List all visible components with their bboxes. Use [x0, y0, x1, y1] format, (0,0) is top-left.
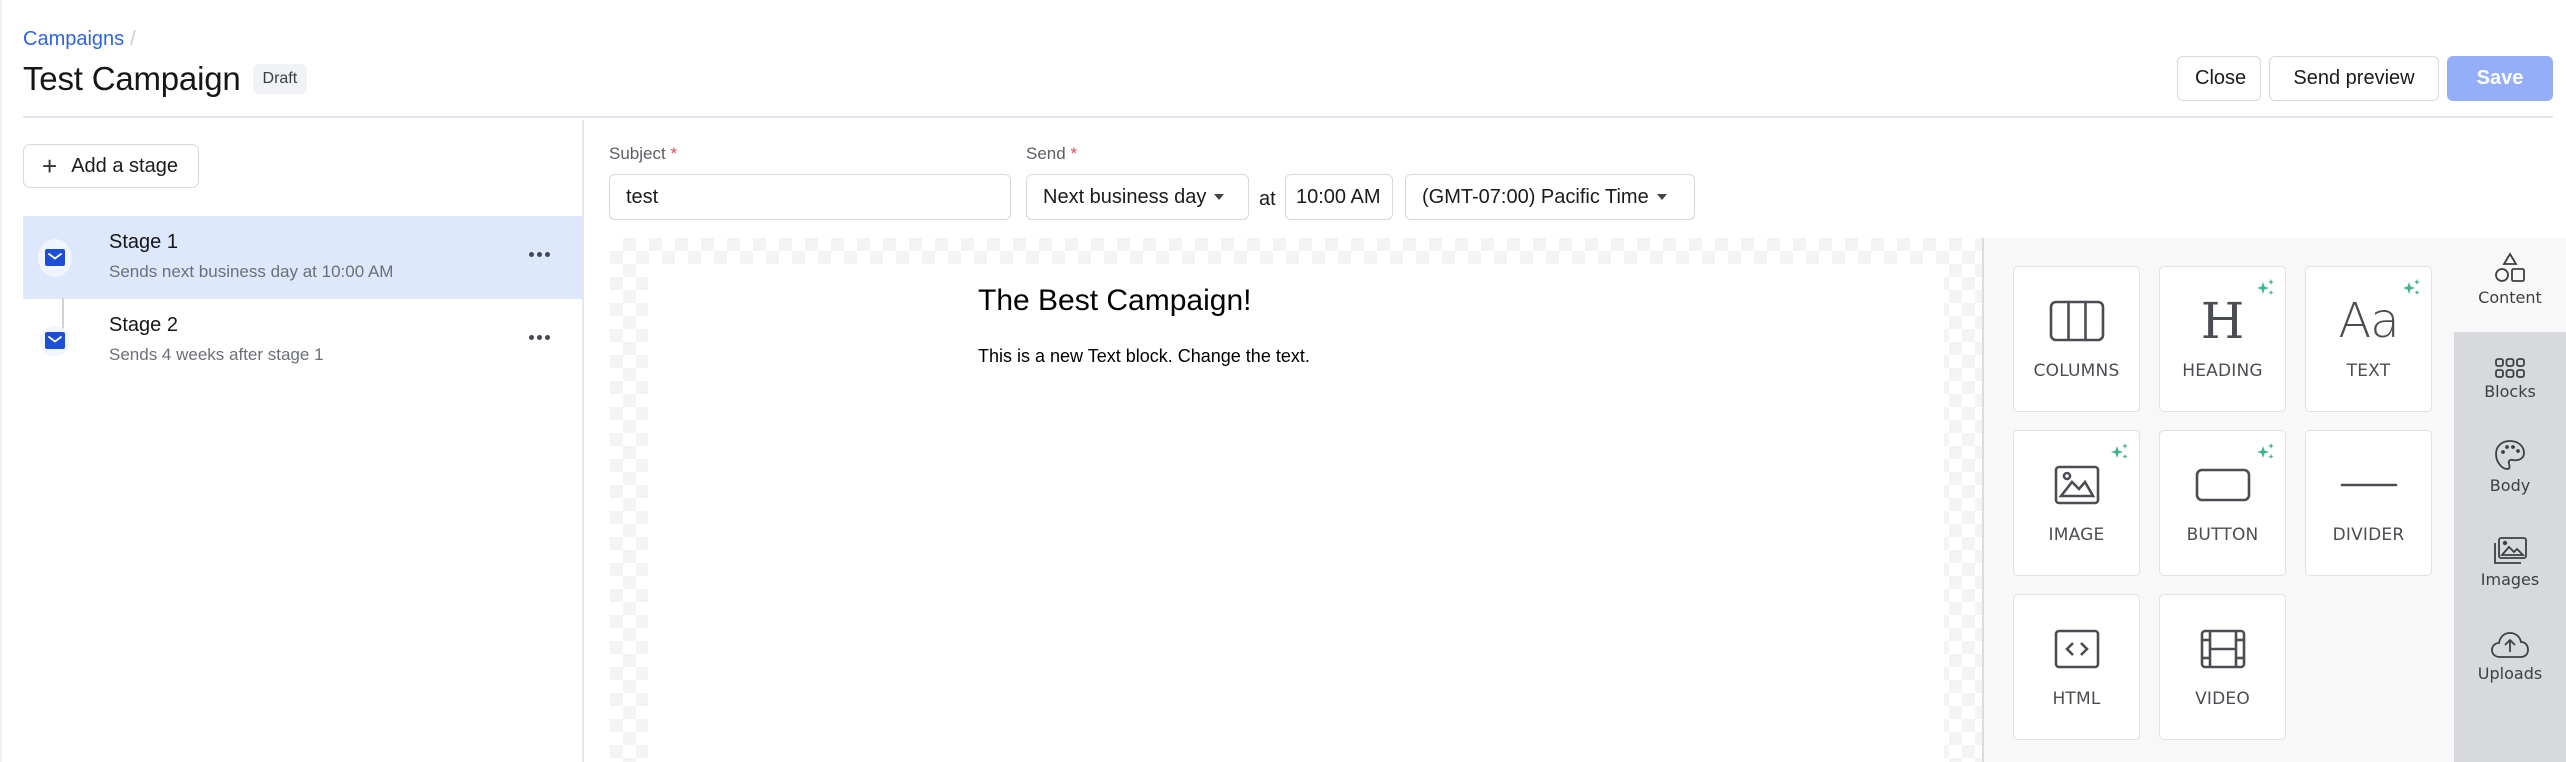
- tab-blocks[interactable]: Blocks: [2454, 332, 2566, 426]
- email-body[interactable]: The Best Campaign! This is a new Text bl…: [648, 264, 1944, 762]
- block-tile-heading[interactable]: H HEADING: [2159, 266, 2286, 412]
- block-tile-label: HTML: [2052, 689, 2101, 709]
- required-mark: *: [670, 144, 678, 163]
- tab-uploads[interactable]: Uploads: [2454, 614, 2566, 708]
- palette-icon: [2454, 426, 2566, 476]
- save-button[interactable]: Save: [2447, 56, 2553, 101]
- subject-input[interactable]: [609, 174, 1011, 220]
- header-actions: Close Send preview Save: [2177, 56, 2553, 101]
- tab-body[interactable]: Body: [2454, 426, 2566, 520]
- subject-label: Subject *: [609, 144, 677, 164]
- tab-label: Body: [2489, 476, 2531, 495]
- more-options-icon[interactable]: [529, 335, 550, 340]
- html-icon: [2014, 621, 2139, 677]
- block-tile-label: HEADING: [2182, 361, 2263, 381]
- close-button[interactable]: Close: [2177, 56, 2261, 101]
- block-tile-divider[interactable]: DIVIDER: [2305, 430, 2432, 576]
- block-tile-video[interactable]: VIDEO: [2159, 594, 2286, 740]
- block-tile-button[interactable]: BUTTON: [2159, 430, 2286, 576]
- email-heading-block[interactable]: The Best Campaign!: [978, 284, 1251, 318]
- block-tile-label: TEXT: [2346, 361, 2391, 381]
- email-canvas: The Best Campaign! This is a new Text bl…: [610, 238, 1982, 762]
- page-title: Test Campaign: [23, 60, 241, 97]
- block-tile-image[interactable]: IMAGE: [2013, 430, 2140, 576]
- block-tile-label: COLUMNS: [2033, 361, 2120, 381]
- caret-down-icon: [1656, 194, 1667, 200]
- envelope-icon: [40, 325, 70, 356]
- block-tile-label: VIDEO: [2195, 689, 2250, 709]
- block-tile-html[interactable]: HTML: [2013, 594, 2140, 740]
- stage-item-2[interactable]: Stage 2 Sends 4 weeks after stage 1: [23, 299, 582, 382]
- send-time-value: 10:00 AM: [1296, 185, 1381, 208]
- stage-item-1[interactable]: Stage 1 Sends next business day at 10:00…: [23, 216, 582, 299]
- stage-description: Sends next business day at 10:00 AM: [109, 262, 394, 281]
- breadcrumb-campaigns-link[interactable]: Campaigns: [23, 28, 124, 51]
- tab-content[interactable]: Content: [2454, 238, 2566, 332]
- stage-texts: Stage 2 Sends 4 weeks after stage 1: [109, 314, 324, 365]
- stage-list: Stage 1 Sends next business day at 10:00…: [23, 216, 582, 382]
- subject-label-text: Subject: [609, 144, 666, 163]
- plus-icon: +: [42, 151, 58, 181]
- block-tile-columns[interactable]: COLUMNS: [2013, 266, 2140, 412]
- more-options-icon[interactable]: [529, 252, 550, 257]
- envelope-icon: [38, 238, 72, 277]
- stage-panel: + Add a stage Stage 1 Sends next busines…: [0, 120, 584, 762]
- columns-icon: [2014, 293, 2139, 349]
- tab-label: Blocks: [2484, 382, 2536, 401]
- add-stage-button[interactable]: + Add a stage: [23, 144, 199, 188]
- send-label: Send *: [1026, 144, 1077, 164]
- stage-name: Stage 2: [109, 314, 178, 336]
- stage-description: Sends 4 weeks after stage 1: [109, 345, 324, 364]
- required-mark: *: [1070, 144, 1078, 163]
- tab-images[interactable]: Images: [2454, 520, 2566, 614]
- cloud-upload-icon: [2454, 614, 2566, 664]
- add-stage-label: Add a stage: [71, 154, 178, 177]
- ai-sparkle-icon: [2257, 279, 2275, 302]
- at-label: at: [1259, 188, 1276, 210]
- editor-tab-rail: Content Blocks Body Images Uploads: [2454, 238, 2566, 762]
- tab-label: Content: [2478, 288, 2542, 307]
- block-tile-label: DIVIDER: [2332, 525, 2405, 545]
- title-row: Test Campaign Draft: [23, 60, 308, 98]
- tab-label: Uploads: [2477, 664, 2543, 683]
- block-tile-label: BUTTON: [2186, 525, 2259, 545]
- ai-sparkle-icon: [2111, 443, 2129, 466]
- breadcrumb-separator: /: [130, 28, 136, 50]
- stage-name: Stage 1: [109, 231, 178, 253]
- blocks-grid-icon: [2454, 332, 2566, 382]
- page-header: Campaigns / Test Campaign Draft Close Se…: [23, 0, 2553, 118]
- caret-down-icon: [1214, 194, 1225, 200]
- ai-sparkle-icon: [2403, 279, 2421, 302]
- send-schedule-select[interactable]: Next business day: [1026, 174, 1249, 220]
- email-text-block[interactable]: This is a new Text block. Change the tex…: [978, 346, 1310, 367]
- send-preview-button[interactable]: Send preview: [2269, 56, 2439, 101]
- divider-icon: [2306, 457, 2431, 513]
- shapes-icon: [2454, 238, 2566, 288]
- tab-label: Images: [2480, 570, 2540, 589]
- images-icon: [2454, 520, 2566, 570]
- video-icon: [2160, 621, 2285, 677]
- ai-sparkle-icon: [2257, 443, 2275, 466]
- send-label-text: Send: [1026, 144, 1066, 163]
- send-schedule-value: Next business day: [1043, 185, 1207, 208]
- content-blocks-panel: COLUMNS H HEADING Aa TEXT IMAGE BUTTON DIVIDER H…: [1982, 238, 2454, 762]
- block-tile-text[interactable]: Aa TEXT: [2305, 266, 2432, 412]
- timezone-select[interactable]: (GMT-07:00) Pacific Time: [1405, 174, 1695, 220]
- stage-texts: Stage 1 Sends next business day at 10:00…: [109, 231, 393, 282]
- send-time-input[interactable]: 10:00 AM: [1285, 174, 1393, 220]
- timezone-value: (GMT-07:00) Pacific Time: [1422, 185, 1649, 208]
- breadcrumb: Campaigns /: [23, 28, 136, 51]
- status-badge: Draft: [252, 64, 308, 94]
- block-tile-label: IMAGE: [2048, 525, 2105, 545]
